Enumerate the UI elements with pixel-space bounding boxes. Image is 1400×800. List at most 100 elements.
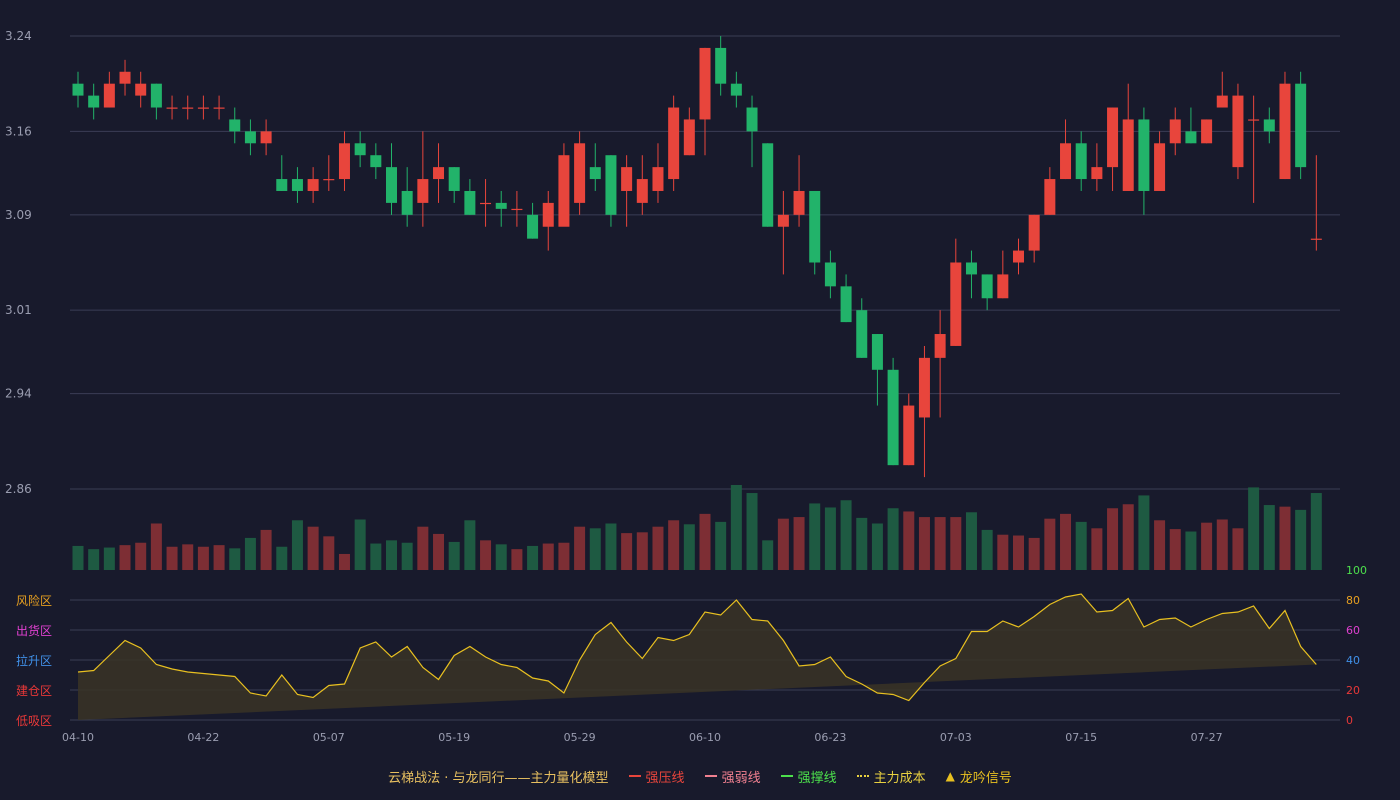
volume-bar [621,533,633,570]
volume-bar [448,541,460,570]
legend-item-strong-resistance[interactable]: 强压线 [628,767,685,786]
candle-body [150,83,162,108]
candle-body [417,179,429,203]
volume-bar [950,517,962,570]
candle-body [495,202,507,209]
candle-body [182,107,194,109]
legend-item-dragon-signal[interactable]: ▲ 龙吟信号 [946,767,1012,786]
volume-bar [323,536,335,570]
volume-bar [417,526,429,570]
candle-body [1154,143,1166,191]
legend-item-main-cost[interactable]: 主力成本 [856,767,926,786]
volume-bar [1185,531,1197,570]
candle-body [777,214,789,227]
volume-bar [777,518,789,570]
volume-bar [542,543,554,570]
volume-bar [1310,493,1322,570]
volume-bar [997,534,1009,570]
volume-series [72,485,1322,570]
candle-body [840,286,852,323]
volume-bar [354,519,366,570]
candle-body [72,83,84,96]
candle-body [229,119,241,132]
volume-bar [1201,522,1213,570]
volume-bar [1138,495,1150,570]
volume-bar [1060,513,1072,570]
candle-body [668,107,680,180]
volume-bar [197,546,209,570]
candle-body [636,179,648,203]
candle-body [887,369,899,466]
candle-body [260,131,272,144]
candle-body [558,155,570,227]
candle-body [119,71,131,84]
indicator-tick-label: 20 [1346,684,1360,697]
volume-bar [1232,528,1244,570]
volume-bar [652,526,664,570]
volume-bar [1279,506,1291,570]
volume-bar [182,544,194,570]
volume-bar [558,542,570,570]
volume-bar [934,517,946,570]
candle-series [72,36,1322,478]
date-tick-label: 05-07 [313,731,345,744]
date-tick-label: 07-15 [1065,731,1097,744]
volume-bar [260,529,272,570]
volume-bar [856,517,868,570]
volume-bar [1154,520,1166,570]
candle-body [1107,107,1119,168]
volume-bar [511,549,523,570]
candle-body [1263,119,1275,132]
volume-bar [480,540,492,570]
candle-body [981,274,993,299]
legend-item-strong-support[interactable]: 强撑线 [780,767,837,786]
volume-bar [840,500,852,570]
date-tick-label: 05-29 [564,731,596,744]
volume-bar [1295,509,1307,570]
candle-body [574,143,586,203]
date-tick-label: 05-19 [438,731,470,744]
volume-bar [981,529,993,570]
line-swatch-icon [704,775,717,777]
candle-body [934,334,946,358]
candle-body [166,107,178,109]
candle-body [997,274,1009,299]
volume-bar [824,507,836,570]
candle-body [542,202,554,227]
candle-body [448,167,460,191]
volume-bar [433,533,445,570]
volume-bar [103,547,115,570]
legend-item-strength-line[interactable]: 强弱线 [704,767,761,786]
volume-bar [1075,521,1087,570]
candle-body [856,310,868,358]
candle-body [1138,119,1150,191]
volume-bar [574,526,586,570]
indicator-tick-label: 100 [1346,564,1367,577]
price-tick-label: 3.16 [5,124,32,138]
candle-body [103,83,115,108]
indicator-tick-label: 60 [1346,624,1360,637]
line-swatch-icon [780,775,793,777]
candle-body [433,167,445,180]
volume-bar [338,553,350,570]
candle-body [793,190,805,215]
candle-body [605,155,617,215]
candle-body [871,334,883,370]
volume-bar [527,545,539,570]
candle-body [1060,143,1072,180]
candle-body [762,143,774,227]
candle-body [699,47,711,120]
candle-body [401,190,413,215]
triangle-icon: ▲ [945,769,955,783]
candle-body [950,262,962,346]
volume-bar [809,503,821,570]
candle-body [1091,167,1103,180]
volume-bar [1013,535,1024,570]
candle-body [244,131,256,144]
candle-body [1169,119,1181,144]
volume-bar [229,548,241,570]
date-tick-label: 07-27 [1191,731,1223,744]
candle-body [903,405,915,466]
volume-bar [871,523,883,570]
indicator-tick-label: 0 [1346,714,1353,727]
